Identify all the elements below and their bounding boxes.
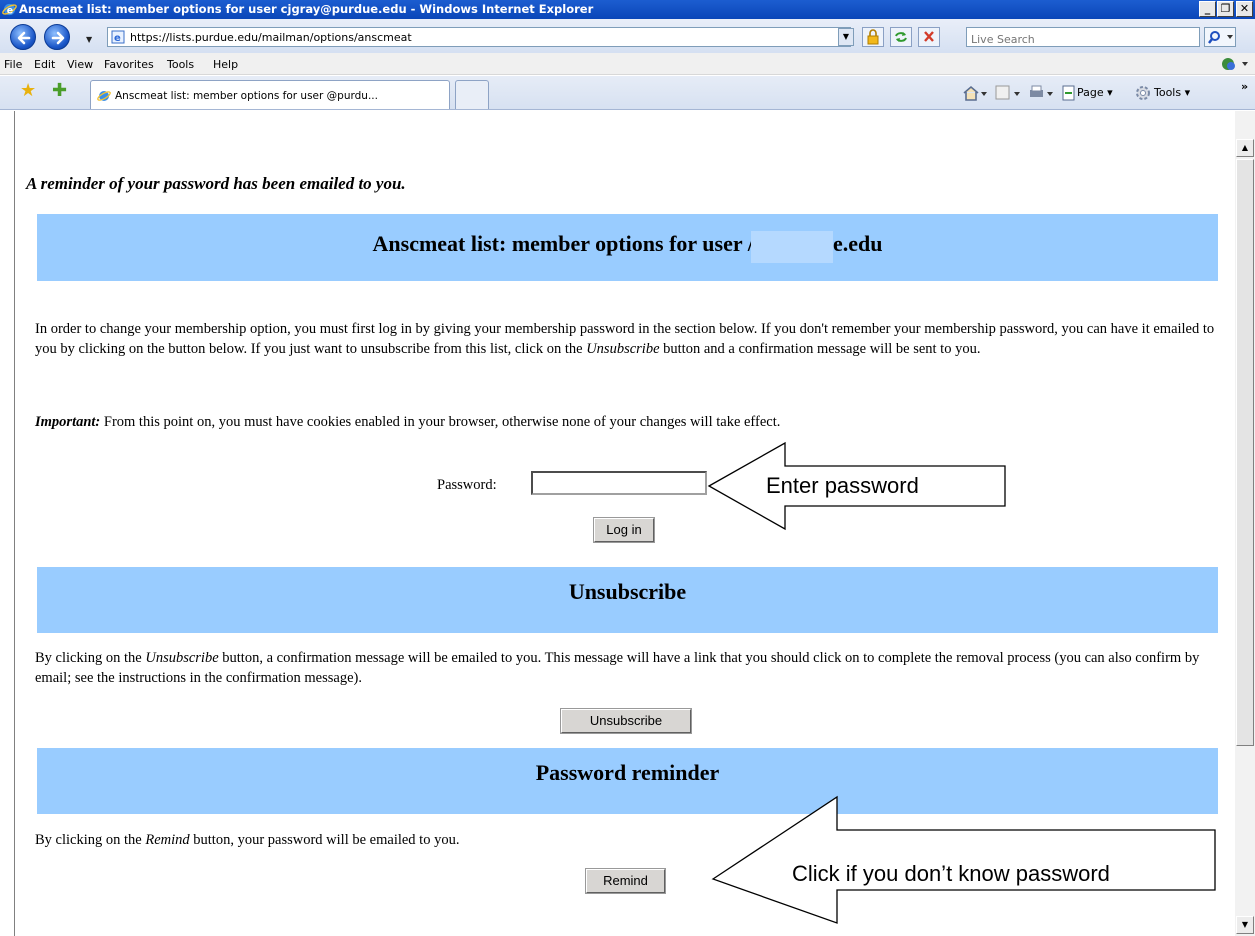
unsubscribe-text-before: By clicking on the	[35, 650, 142, 666]
home-icon[interactable]	[962, 84, 988, 102]
scroll-up-button[interactable]: ▲	[1236, 139, 1254, 157]
lock-icon	[867, 29, 879, 45]
scroll-thumb[interactable]	[1236, 159, 1254, 746]
svg-text:e: e	[7, 5, 13, 16]
important-note: Important: From this point on, you must …	[35, 412, 1215, 432]
unsubscribe-title: Unsubscribe	[568, 579, 687, 604]
password-field[interactable]	[531, 471, 707, 495]
important-text: From this point on, you must have cookie…	[103, 414, 781, 430]
unsubscribe-button[interactable]: Unsubscribe	[560, 708, 692, 734]
scroll-down-button[interactable]: ▼	[1236, 916, 1254, 934]
print-icon[interactable]	[1028, 84, 1054, 102]
tools-gear-icon[interactable]	[1134, 84, 1152, 102]
forward-button[interactable]	[44, 24, 70, 50]
menu-tools[interactable]: Tools	[167, 58, 194, 71]
unsubscribe-text-italic: Unsubscribe	[145, 650, 219, 666]
menu-favorites[interactable]: Favorites	[104, 58, 154, 71]
password-reminder-title: Password reminder	[535, 760, 720, 785]
tools-menu-label: Tools	[1154, 86, 1182, 99]
forward-arrow-icon	[51, 31, 65, 45]
svg-text:e: e	[114, 33, 121, 44]
url-text: https://lists.purdue.edu/mailman/options…	[130, 31, 412, 44]
password-label: Password:	[437, 477, 497, 493]
window-title: Anscmeat list: member options for user c…	[19, 2, 594, 16]
intro-unsubscribe-word: Unsubscribe	[586, 341, 660, 357]
menu-view[interactable]: View	[67, 58, 93, 71]
menu-file[interactable]: File	[4, 58, 22, 71]
page-menu-label: Page	[1077, 86, 1104, 99]
login-button[interactable]: Log in	[593, 517, 655, 543]
reminder-text-after: button, your password will be emailed to…	[193, 832, 460, 848]
favorites-center-icon[interactable]: ★	[20, 82, 36, 100]
address-dropdown[interactable]: ▼	[838, 28, 854, 46]
page-icon: e	[111, 30, 125, 44]
search-input[interactable]	[967, 30, 1199, 49]
reminder-text-italic: Remind	[145, 832, 190, 848]
restore-button[interactable]: ❐	[1217, 1, 1234, 17]
menu-help[interactable]: Help	[213, 58, 238, 71]
tab-anscmeat[interactable]: Anscmeat list: member options for user @…	[90, 80, 450, 109]
search-button[interactable]	[1204, 27, 1236, 47]
minimize-button[interactable]: _	[1199, 1, 1216, 17]
tab-toolbar: ★ ✚ Anscmeat list: member options for us…	[0, 76, 1255, 110]
address-bar[interactable]: e https://lists.purdue.edu/mailman/optio…	[107, 27, 851, 47]
stop-icon	[924, 31, 934, 42]
window-titlebar: e Anscmeat list: member options for user…	[0, 0, 1255, 19]
important-label: Important:	[35, 414, 101, 430]
vertical-scrollbar[interactable]: ▲ ▼	[1235, 111, 1255, 936]
page-menu[interactable]: Page ▾	[1077, 86, 1113, 99]
enter-password-callout: Enter password	[766, 473, 919, 498]
chevron-more-icon[interactable]: »	[1241, 80, 1248, 93]
unsubscribe-band: Unsubscribe	[37, 567, 1218, 633]
search-icon	[1208, 31, 1233, 44]
tools-menu[interactable]: Tools ▾	[1154, 86, 1190, 99]
menu-edit[interactable]: Edit	[34, 58, 55, 71]
reminder-text-before: By clicking on the	[35, 832, 142, 848]
messenger-icon[interactable]	[1220, 56, 1250, 72]
remind-button[interactable]: Remind	[585, 868, 666, 894]
internet-explorer-icon: e	[2, 3, 17, 16]
intro-paragraph: In order to change your membership optio…	[35, 319, 1215, 359]
page-icon	[97, 91, 111, 101]
feeds-icon[interactable]	[995, 84, 1021, 102]
back-button[interactable]	[10, 24, 36, 50]
remind-callout: Click if you don’t know password	[792, 861, 1110, 886]
close-window-button[interactable]: ✕	[1236, 1, 1253, 17]
redacted-username	[751, 231, 833, 263]
page-menu-icon[interactable]	[1061, 84, 1077, 102]
address-toolbar: ▼ e https://lists.purdue.edu/mailman/opt…	[0, 19, 1255, 53]
search-box[interactable]	[966, 27, 1200, 49]
back-arrow-icon	[17, 31, 31, 45]
new-tab-button[interactable]	[455, 80, 489, 109]
menu-bar: File Edit View Favorites Tools Help	[0, 53, 1255, 75]
remind-callout-arrow	[711, 795, 1216, 924]
unsubscribe-paragraph: By clicking on the Unsubscribe button, a…	[35, 648, 1215, 688]
tab-label: Anscmeat list: member options for user @…	[115, 90, 378, 102]
add-to-favorites-icon[interactable]: ✚	[52, 82, 67, 100]
stop-button[interactable]	[918, 27, 940, 47]
refresh-button[interactable]	[890, 27, 912, 47]
header-band: Anscmeat list: member options for user /…	[37, 214, 1218, 281]
security-lock-button[interactable]	[862, 27, 884, 47]
page-title: Anscmeat list: member options for user /…	[372, 231, 883, 256]
intro-text-end: button and a confirmation message will b…	[663, 341, 981, 357]
reminder-message: A reminder of your password has been ema…	[26, 174, 406, 193]
page-content: A reminder of your password has been ema…	[14, 111, 1235, 936]
refresh-icon	[895, 32, 907, 42]
recent-pages-dropdown[interactable]: ▼	[86, 35, 92, 44]
left-window-edge	[0, 111, 14, 936]
